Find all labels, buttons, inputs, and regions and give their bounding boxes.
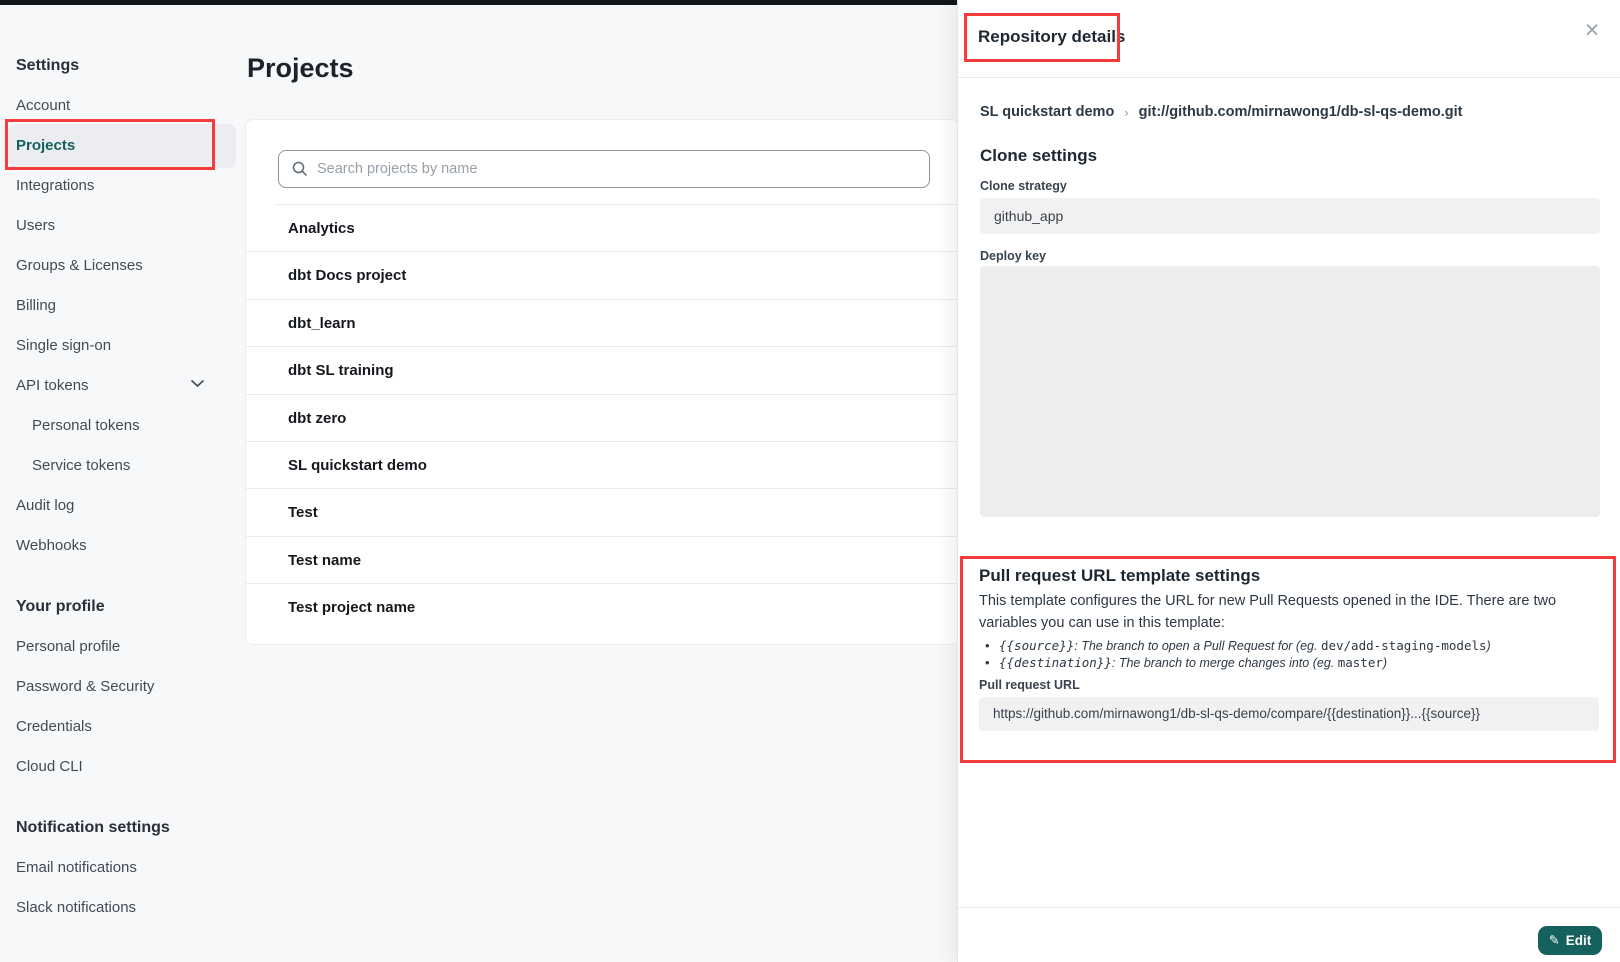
sidebar-item-users[interactable]: Users [0,206,245,246]
sidebar-item-label: Account [16,97,70,114]
variable-suffix: ) [1383,656,1387,670]
variable-name: {{destination}} [999,655,1112,670]
pull-request-url-field: https://github.com/mirnawong1/db-sl-qs-d… [979,697,1599,731]
edit-button-label: Edit [1566,933,1592,948]
sidebar-section-header: Notification settings [0,808,245,848]
sidebar-item-groups-licenses[interactable]: Groups & Licenses [0,246,245,286]
divider [958,907,1620,908]
pull-request-description: This template configures the URL for new… [979,591,1595,634]
projects-card: Analyticsdbt Docs projectdbt_learndbt SL… [245,119,960,645]
sidebar-item-password-security[interactable]: Password & Security [0,667,245,707]
search-input[interactable] [278,150,930,188]
sidebar-section-notification-settings: Notification settings Email notifications… [0,808,245,928]
sidebar-item-integrations[interactable]: Integrations [0,166,245,206]
sidebar-section-header: Settings [0,46,245,86]
sidebar-item-label: Audit log [16,497,74,514]
sidebar-item-credentials[interactable]: Credentials [0,707,245,747]
sidebar-item-label: Cloud CLI [16,758,83,775]
close-icon[interactable]: × [1576,14,1608,46]
search-box [278,150,930,188]
sidebar-item-label: Single sign-on [16,337,111,354]
sidebar-item-webhooks[interactable]: Webhooks [0,526,245,566]
clone-strategy-label: Clone strategy [980,179,1067,193]
variable-example: dev/add-staging-models [1321,638,1487,653]
project-row-test[interactable]: Test [246,489,959,536]
project-row-dbt-zero[interactable]: dbt zero [246,395,959,442]
breadcrumb-project: SL quickstart demo [980,104,1114,120]
pull-request-url-label: Pull request URL [979,678,1597,692]
sidebar-item-label: Users [16,217,55,234]
project-row-dbt-learn[interactable]: dbt_learn [246,300,959,347]
sidebar-item-label: Personal tokens [32,417,140,434]
project-row-sl-quickstart-demo[interactable]: SL quickstart demo [246,442,959,489]
sidebar-item-email-notifications[interactable]: Email notifications [0,848,245,888]
sidebar-item-label: Groups & Licenses [16,257,143,274]
project-row-analytics[interactable]: Analytics [246,205,959,252]
sidebar-item-single-sign-on[interactable]: Single sign-on [0,326,245,366]
sidebar-item-slack-notifications[interactable]: Slack notifications [0,888,245,928]
annotation-box-pull-request-settings: Pull request URL template settings This … [960,556,1616,763]
sidebar-item-label: Service tokens [32,457,130,474]
sidebar-item-label: Projects [16,137,75,154]
sidebar-item-label: Integrations [16,177,94,194]
sidebar-item-label: API tokens [16,377,89,394]
sidebar-section-your-profile: Your profile Personal profile Password & S… [0,587,245,787]
variable-bullet: {{destination}}: The branch to merge cha… [979,655,1597,672]
project-row-dbt-sl-training[interactable]: dbt SL training [246,347,959,394]
repository-details-drawer: Repository details × SL quickstart demo … [957,0,1620,962]
clone-strategy-field: github_app [980,198,1600,234]
drawer-title: Repository details [978,27,1125,47]
sidebar-item-label: Webhooks [16,537,87,554]
sidebar-item-projects[interactable]: Projects [0,126,245,166]
sidebar-item-billing[interactable]: Billing [0,286,245,326]
variable-name: {{source}} [999,638,1074,653]
sidebar-item-label: Credentials [16,718,92,735]
chevron-down-icon[interactable] [190,379,205,388]
sidebar-item-service-tokens[interactable]: Service tokens [0,446,245,486]
variable-description: : The branch to merge changes into (eg. [1112,656,1338,670]
variable-suffix: ) [1487,639,1491,653]
clone-settings-heading: Clone settings [980,146,1097,166]
sidebar-item-account[interactable]: Account [0,86,245,126]
sidebar-item-cloud-cli[interactable]: Cloud CLI [0,747,245,787]
sidebar-item-label: Personal profile [16,638,120,655]
sidebar-item-label: Email notifications [16,859,137,876]
pencil-icon: ✎ [1549,932,1560,948]
divider [958,77,1620,78]
deploy-key-field [980,266,1600,517]
project-row-dbt-docs-project[interactable]: dbt Docs project [246,252,959,299]
sidebar-item-label: Billing [16,297,56,314]
sidebar-item-api-tokens[interactable]: API tokens [0,366,245,406]
page-title: Projects [247,52,354,84]
variable-bullet: {{source}}: The branch to open a Pull Re… [979,638,1597,655]
sidebar-section-settings: Settings Account Projects Integrations Users… [0,46,245,566]
deploy-key-label: Deploy key [980,249,1046,263]
variable-description: : The branch to open a Pull Request for … [1074,639,1321,653]
breadcrumb-repo-url: git://github.com/mirnawong1/db-sl-qs-dem… [1139,104,1463,120]
search-icon [292,161,308,177]
sidebar-item-personal-tokens[interactable]: Personal tokens [0,406,245,446]
sidebar-section-header: Your profile [0,587,245,627]
project-row-test-name[interactable]: Test name [246,537,959,584]
sidebar-item-personal-profile[interactable]: Personal profile [0,627,245,667]
chevron-right-icon: › [1124,105,1128,120]
pull-request-settings-heading: Pull request URL template settings [979,565,1597,587]
sidebar-item-label: Slack notifications [16,899,136,916]
variable-example: master [1338,655,1383,670]
sidebar-item-audit-log[interactable]: Audit log [0,486,245,526]
sidebar: Settings Account Projects Integrations Users… [0,5,245,949]
breadcrumb: SL quickstart demo › git://github.com/mi… [980,104,1462,120]
project-list: Analyticsdbt Docs projectdbt_learndbt SL… [246,205,959,632]
edit-button[interactable]: ✎ Edit [1538,926,1602,955]
project-row-test-project-name[interactable]: Test project name [246,584,959,631]
pull-request-variables-list: {{source}}: The branch to open a Pull Re… [979,638,1597,671]
sidebar-item-label: Password & Security [16,678,154,695]
